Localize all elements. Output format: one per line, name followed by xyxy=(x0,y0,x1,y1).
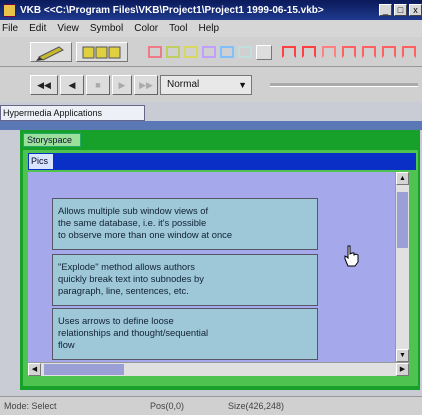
tab-bar xyxy=(0,121,422,130)
menu-symbol[interactable]: Symbol xyxy=(90,23,123,34)
pencil-icon xyxy=(36,46,64,61)
color-swatch-1[interactable] xyxy=(148,46,162,58)
maximize-button[interactable]: □ xyxy=(394,4,407,16)
menu-color[interactable]: Color xyxy=(134,23,158,34)
color-swatch-5[interactable] xyxy=(220,46,234,58)
menu-view[interactable]: View xyxy=(57,23,79,34)
scroll-left-arrow[interactable]: ◀ xyxy=(28,363,41,376)
color-swatch-9[interactable] xyxy=(322,46,336,58)
title-bar: VKB <<C:\Program Files\VKB\Project1\Proj… xyxy=(0,0,422,20)
color-swatch-4[interactable] xyxy=(202,46,216,58)
fast-forward-button[interactable]: ▶▶ xyxy=(134,75,158,95)
menu-bar: File Edit View Symbol Color Tool Help xyxy=(0,20,422,37)
pics-canvas[interactable]: Allows multiple sub window views of the … xyxy=(28,172,395,362)
step-back-icon: ◀ xyxy=(68,80,76,90)
app-icon xyxy=(3,3,16,17)
horizontal-scroll-thumb[interactable] xyxy=(44,364,124,375)
pencil-tool-button[interactable] xyxy=(30,42,72,62)
status-position: Pos(0,0) xyxy=(150,401,185,411)
window-title: VKB <<C:\Program Files\VKB\Project1\Proj… xyxy=(20,4,324,16)
note-multiple-windows[interactable]: Allows multiple sub window views of the … xyxy=(52,198,318,250)
hand-cursor-icon xyxy=(344,245,359,267)
step-back-button[interactable]: ◀ xyxy=(60,75,84,95)
color-swatch-7[interactable] xyxy=(282,46,296,58)
play-icon: ▶ xyxy=(118,80,126,90)
stop-button[interactable]: ■ xyxy=(86,75,110,95)
status-bar: Mode: Select Pos(0,0) Size(426,248) xyxy=(0,396,422,415)
close-button[interactable]: x xyxy=(409,4,422,16)
scroll-down-arrow[interactable]: ▼ xyxy=(396,349,409,362)
color-swatch-12[interactable] xyxy=(382,46,396,58)
vertical-scroll-thumb[interactable] xyxy=(397,192,408,248)
rewind-fast-icon: ◀◀ xyxy=(37,80,51,90)
color-swatch-13[interactable] xyxy=(402,46,416,58)
fast-forward-icon: ▶▶ xyxy=(139,80,153,90)
rewind-fast-button[interactable]: ◀◀ xyxy=(30,75,58,95)
color-swatch-11[interactable] xyxy=(362,46,376,58)
scroll-up-arrow[interactable]: ▲ xyxy=(396,172,409,185)
menu-help[interactable]: Help xyxy=(198,23,219,34)
speed-select[interactable]: Normal ▼ xyxy=(160,75,252,95)
minimize-button[interactable]: _ xyxy=(379,4,392,16)
speed-value: Normal xyxy=(167,79,200,90)
text-block-icon xyxy=(82,46,121,59)
color-swatch-3[interactable] xyxy=(184,46,198,58)
line-color-button[interactable] xyxy=(256,45,272,60)
tab-storyspace[interactable]: Storyspace xyxy=(23,133,81,147)
status-mode: Mode: Select xyxy=(4,401,57,411)
menu-tool[interactable]: Tool xyxy=(169,23,187,34)
tab-hypermedia-applications[interactable]: Hypermedia Applications xyxy=(0,105,145,121)
horizontal-scrollbar[interactable]: ◀ ▶ xyxy=(28,362,409,376)
scroll-right-arrow[interactable]: ▶ xyxy=(396,363,409,376)
chevron-down-icon: ▼ xyxy=(238,80,247,90)
stop-icon: ■ xyxy=(95,80,101,90)
note-explode-method[interactable]: "Explode" method allows authors quickly … xyxy=(52,254,318,306)
play-button[interactable]: ▶ xyxy=(112,75,132,95)
color-swatch-6[interactable] xyxy=(238,46,252,58)
playback-slider[interactable] xyxy=(270,83,418,87)
vertical-scrollbar[interactable]: ▲ ▼ xyxy=(395,172,409,362)
status-size: Size(426,248) xyxy=(228,401,285,411)
menu-file[interactable]: File xyxy=(2,23,18,34)
color-swatch-2[interactable] xyxy=(166,46,180,58)
pics-label: Pics xyxy=(28,153,54,170)
media-toolbar: ◀◀ ◀ ■ ▶ ▶▶ Normal ▼ xyxy=(0,67,422,102)
note-arrows[interactable]: Uses arrows to define loose relationship… xyxy=(52,308,318,360)
color-swatch-8[interactable] xyxy=(302,46,316,58)
pics-title-bar[interactable] xyxy=(28,153,416,170)
text-tool-button[interactable] xyxy=(76,42,128,62)
color-swatch-10[interactable] xyxy=(342,46,356,58)
menu-edit[interactable]: Edit xyxy=(29,23,46,34)
tool-toolbar xyxy=(0,37,422,67)
